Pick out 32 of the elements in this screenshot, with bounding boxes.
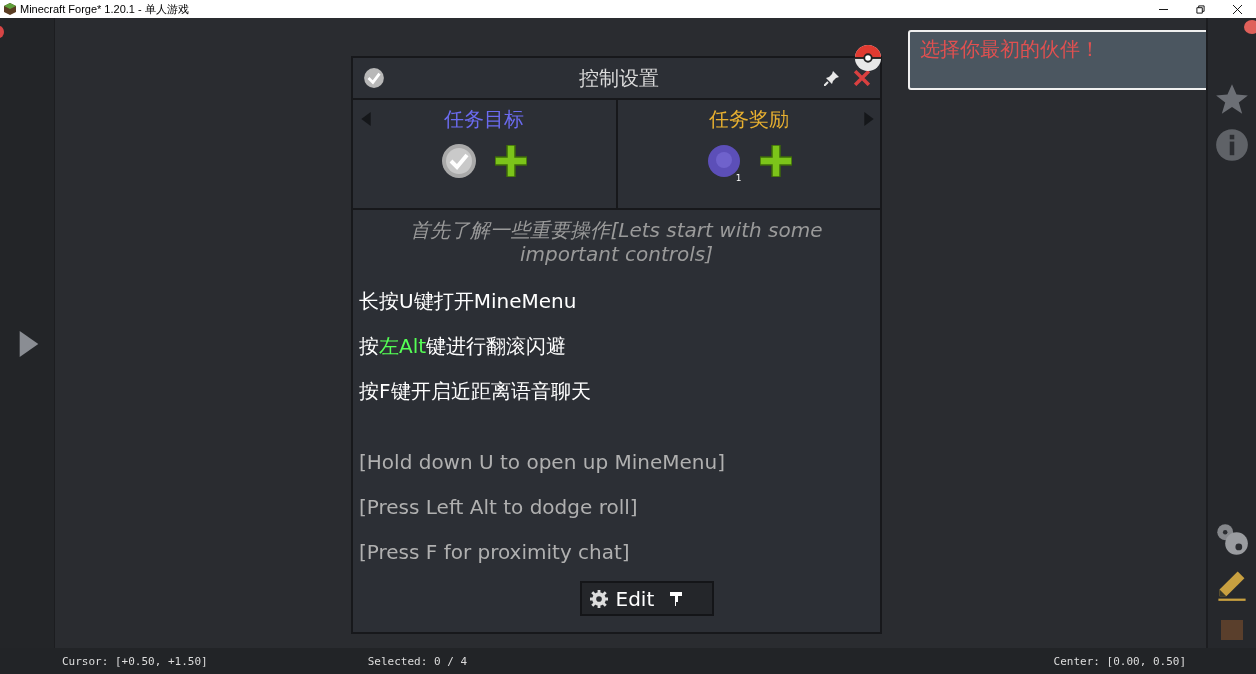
window-title: Minecraft Forge* 1.20.1 - 单人游戏 xyxy=(20,1,189,17)
section-title[interactable]: 任务奖励 xyxy=(708,106,789,133)
instruction-text: 按F键开启近距离语音聊天 xyxy=(359,379,592,403)
grass-block-icon xyxy=(4,3,16,15)
toast-text: 选择你最初的伙伴！ xyxy=(920,37,1100,61)
info-icon[interactable] xyxy=(1215,128,1249,162)
intro-text: 首先了解一些重要操作[Lets start with some important controls] xyxy=(409,218,824,266)
translation-text: [Press Left Alt to dodge roll] xyxy=(359,495,639,519)
pin-icon[interactable] xyxy=(824,70,840,86)
item-count: 1 xyxy=(735,173,742,183)
gear-icon xyxy=(589,589,608,608)
edit-button[interactable]: Edit xyxy=(579,581,714,616)
instruction-text: 按左Alt键进行翻滚闪避 xyxy=(359,334,568,358)
plus-icon[interactable] xyxy=(495,145,528,177)
restore-icon[interactable] xyxy=(1196,4,1205,14)
orb-icon[interactable] xyxy=(705,143,742,179)
marker-icon xyxy=(1244,20,1256,34)
panel-title: 控制设置 xyxy=(577,64,660,92)
center-readout: Center: [0.00, 0.50] xyxy=(1053,654,1186,668)
play-arrow-icon[interactable] xyxy=(19,331,39,357)
instruction-text: 长按U键打开MineMenu xyxy=(359,289,578,313)
gears-icon[interactable] xyxy=(1215,522,1249,556)
checkmark-icon[interactable] xyxy=(441,143,478,179)
funnel-icon xyxy=(670,591,683,606)
translation-text: [Press F for proximity chat] xyxy=(359,540,631,564)
selection-count: Selected: 0 / 4 xyxy=(367,654,468,668)
plus-icon[interactable] xyxy=(759,145,792,177)
checkmark-icon xyxy=(363,67,385,89)
cursor-readout: Cursor: [+0.50, +1.50] xyxy=(62,654,208,668)
star-icon[interactable] xyxy=(1215,82,1249,116)
translation-text: [Hold down U to open up MineMenu] xyxy=(359,450,726,474)
close-icon[interactable] xyxy=(1233,4,1242,14)
